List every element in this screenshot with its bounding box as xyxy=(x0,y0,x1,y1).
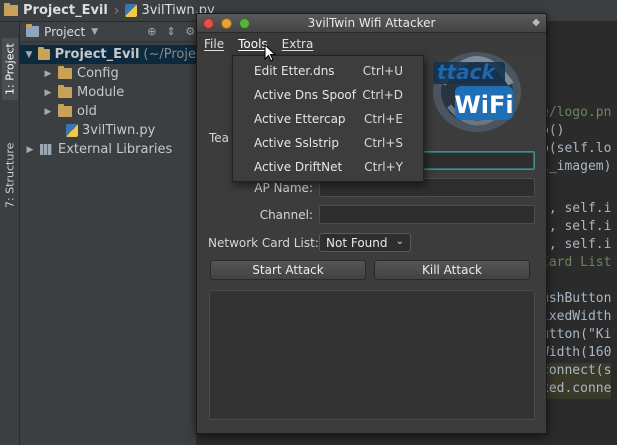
log-output-area[interactable] xyxy=(209,290,535,420)
code-line: connect(s xyxy=(541,363,612,381)
menu-item-active-sslstrip[interactable]: Active Sslstrip Ctrl+S xyxy=(233,131,423,155)
folder-icon xyxy=(4,3,18,16)
chevron-down-icon: ⌄ xyxy=(395,236,404,247)
collapsed-arrow-icon[interactable]: ▶ xyxy=(24,145,36,155)
folder-icon xyxy=(58,104,72,117)
code-line: ixedWidth xyxy=(541,309,612,324)
project-panel-header: Project ▼ ⊕ ⇕ ⚙ xyxy=(20,22,196,42)
tree-item-config[interactable]: ▶ Config xyxy=(42,64,119,83)
collapsed-arrow-icon[interactable]: ▶ xyxy=(42,107,54,117)
code-line: xed.conne xyxy=(541,381,612,399)
tree-item-module[interactable]: ▶ Module xyxy=(42,83,124,102)
menu-file[interactable]: File xyxy=(197,37,231,51)
gear-icon[interactable]: ⚙ xyxy=(185,25,196,38)
channel-input[interactable] xyxy=(319,205,535,224)
python-file-icon xyxy=(66,124,78,137)
folder-icon xyxy=(58,66,72,79)
kill-attack-button[interactable]: Kill Attack xyxy=(374,260,530,280)
code-line: ', self.i xyxy=(541,219,612,234)
code-line: ushButton xyxy=(541,291,612,306)
logo-text-top: ttack xyxy=(437,60,496,84)
tab-structure[interactable]: 7: Structure xyxy=(2,130,18,220)
tools-dropdown-menu: Edit Etter.dns Ctrl+U Active Dns Spoof C… xyxy=(232,55,424,182)
python-file-icon xyxy=(125,4,138,17)
project-view-selector[interactable]: Project xyxy=(44,25,85,39)
breadcrumb-project[interactable]: Project_Evil xyxy=(0,3,112,18)
network-card-label: Network Card List: xyxy=(208,236,319,250)
menu-item-active-dns-spoof[interactable]: Active Dns Spoof Ctrl+D xyxy=(233,83,423,107)
code-line: utton("Ki xyxy=(541,327,612,342)
tree-item-main-file[interactable]: 3vilTiwn.py xyxy=(66,121,155,140)
tree-item-old[interactable]: ▶ old xyxy=(42,102,97,121)
chevron-down-icon[interactable]: ▼ xyxy=(91,27,98,37)
collapse-icon[interactable]: ⇕ xyxy=(165,25,176,38)
attack-wifi-logo: ttack WiFi xyxy=(433,52,521,132)
start-attack-button[interactable]: Start Attack xyxy=(210,260,366,280)
menu-item-active-driftnet[interactable]: Active DriftNet Ctrl+Y xyxy=(233,155,423,179)
folder-icon xyxy=(37,47,50,60)
collapsed-arrow-icon[interactable]: ▶ xyxy=(42,88,54,98)
tree-item-external-libraries[interactable]: ▶ External Libraries xyxy=(24,140,173,159)
logo-text-bottom: WiFi xyxy=(454,91,513,119)
code-line: p(self.lo xyxy=(541,141,612,156)
channel-label: Channel: xyxy=(259,208,313,222)
tree-item-project-root[interactable]: ▼ Project_Evil (~/Proje xyxy=(20,45,196,64)
menu-extra[interactable]: Extra xyxy=(275,37,321,51)
code-line: l_imagem) xyxy=(541,159,612,174)
collapsed-arrow-icon[interactable]: ▶ xyxy=(42,69,54,79)
folder-icon xyxy=(58,85,72,98)
expanded-arrow-icon[interactable]: ▼ xyxy=(24,50,34,60)
window-titlebar[interactable]: 3vilTwin Wifi Attacker ◆ xyxy=(197,14,546,33)
code-line: Card List xyxy=(541,255,612,270)
menu-item-edit-etter-dns[interactable]: Edit Etter.dns Ctrl+U xyxy=(233,59,423,83)
code-line: ', self.i xyxy=(541,201,612,216)
library-icon xyxy=(40,144,52,155)
code-line: ', self.i xyxy=(541,237,612,252)
project-view-icon xyxy=(26,24,40,37)
partial-label: Tea xyxy=(209,131,230,145)
network-card-select[interactable]: Not Found ⌄ xyxy=(319,233,411,252)
mouse-cursor-icon xyxy=(264,44,276,62)
menu-item-active-ettercap[interactable]: Active Ettercap Ctrl+E xyxy=(233,107,423,131)
target-icon[interactable]: ⊕ xyxy=(146,25,157,38)
tab-project[interactable]: 1: Project xyxy=(2,38,18,100)
tool-window-strip: 1: Project 7: Structure xyxy=(0,22,20,445)
code-line: Width(160 xyxy=(541,345,612,360)
ap-name-label: AP Name: xyxy=(254,181,313,195)
breadcrumb-separator: › xyxy=(113,2,120,19)
window-pin-icon[interactable]: ◆ xyxy=(532,17,540,28)
project-panel: Project ▼ ⊕ ⇕ ⚙ ▼ Project_Evil (~/Proje … xyxy=(20,22,196,445)
code-line: e/logo.pn xyxy=(541,105,612,120)
window-title: 3vilTwin Wifi Attacker xyxy=(307,16,436,30)
